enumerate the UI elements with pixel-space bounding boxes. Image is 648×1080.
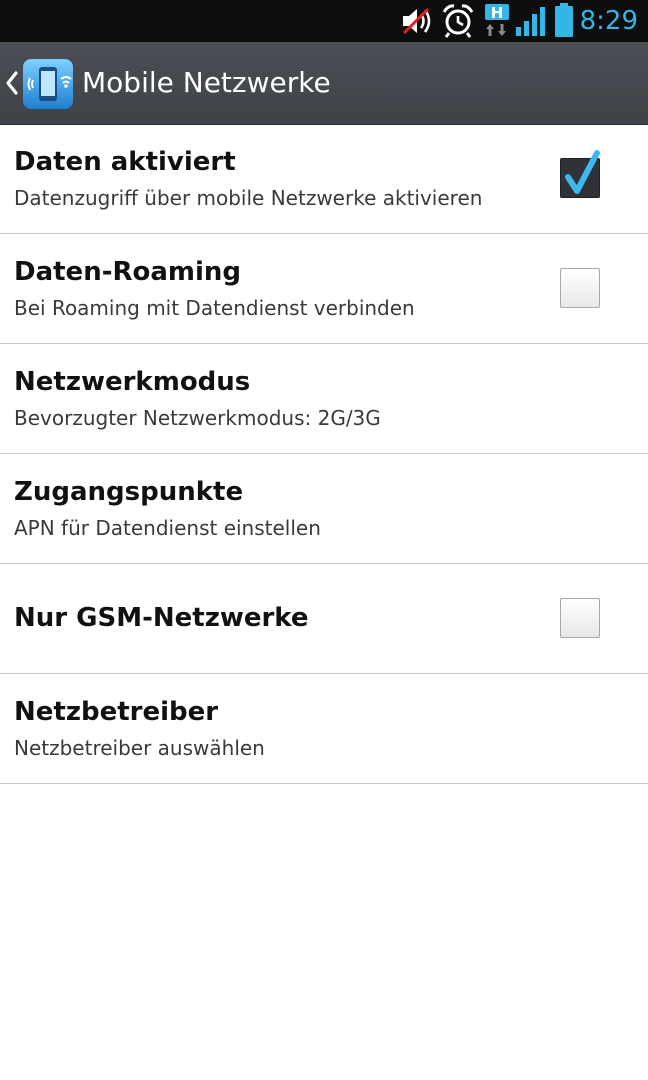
setting-title: Zugangspunkte bbox=[14, 477, 244, 507]
mobile-networks-icon[interactable] bbox=[22, 58, 74, 114]
setting-title: Netzwerkmodus bbox=[14, 367, 251, 397]
setting-subtitle: Datenzugriff über mobile Netzwerke aktiv… bbox=[14, 186, 483, 210]
setting-daten-roaming[interactable]: Daten-Roaming Bei Roaming mit Datendiens… bbox=[0, 234, 648, 344]
setting-title: Nur GSM-Netzwerke bbox=[14, 603, 309, 633]
checkmark-icon bbox=[565, 150, 600, 194]
setting-nur-gsm-netzwerke[interactable]: Nur GSM-Netzwerke bbox=[0, 564, 648, 674]
setting-subtitle: Bevorzugter Netzwerkmodus: 2G/3G bbox=[14, 406, 381, 430]
daten-aktiviert-checkbox[interactable] bbox=[560, 150, 600, 198]
setting-subtitle: Netzbetreiber auswählen bbox=[14, 736, 265, 760]
hspa-data-icon: H bbox=[482, 0, 512, 46]
hspa-letter: H bbox=[491, 4, 504, 22]
setting-subtitle: APN für Datendienst einstellen bbox=[14, 516, 321, 540]
setting-title: Daten-Roaming bbox=[14, 257, 242, 287]
setting-title: Netzbetreiber bbox=[14, 697, 219, 727]
setting-title: Daten aktiviert bbox=[14, 147, 236, 177]
alarm-icon bbox=[440, 0, 476, 46]
battery-icon bbox=[552, 0, 576, 46]
setting-zugangspunkte[interactable]: Zugangspunkte APN für Datendienst einste… bbox=[0, 454, 648, 564]
settings-list: Daten aktiviert Datenzugriff über mobile… bbox=[0, 124, 648, 784]
setting-netzbetreiber[interactable]: Netzbetreiber Netzbetreiber auswählen bbox=[0, 674, 648, 784]
nur-gsm-checkbox[interactable] bbox=[560, 598, 600, 638]
page-title: Mobile Netzwerke bbox=[82, 66, 331, 99]
daten-roaming-checkbox[interactable] bbox=[560, 268, 600, 308]
setting-subtitle: Bei Roaming mit Datendienst verbinden bbox=[14, 296, 415, 320]
chevron-left-icon[interactable] bbox=[4, 69, 20, 101]
setting-netzwerkmodus[interactable]: Netzwerkmodus Bevorzugter Netzwerkmodus:… bbox=[0, 344, 648, 454]
setting-daten-aktiviert[interactable]: Daten aktiviert Datenzugriff über mobile… bbox=[0, 124, 648, 234]
signal-strength-icon bbox=[514, 0, 550, 46]
status-bar: H 8:29 bbox=[0, 0, 648, 42]
action-bar: Mobile Netzwerke bbox=[0, 42, 648, 125]
volume-muted-icon bbox=[398, 0, 438, 46]
clock: 8:29 bbox=[579, 6, 638, 36]
